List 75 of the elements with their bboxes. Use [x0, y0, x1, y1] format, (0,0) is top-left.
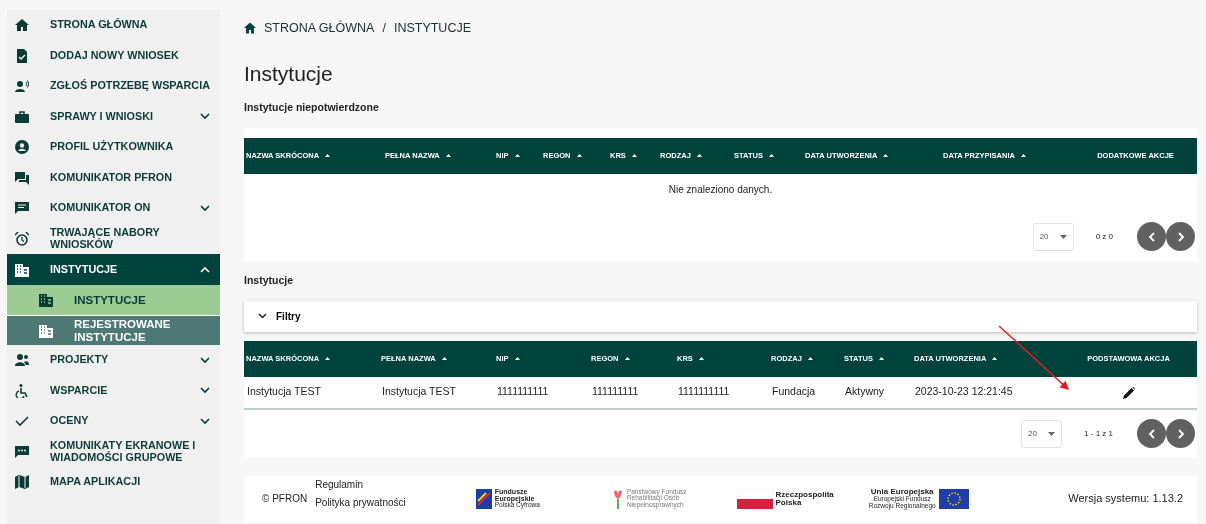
section-title: Instytucje [244, 272, 294, 288]
document-icon [15, 48, 29, 63]
sidebar-item[interactable]: STRONA GŁÓWNA [7, 10, 220, 41]
copyright-text: © PFRON [262, 492, 308, 507]
flag-logo-icon [475, 488, 492, 509]
page-range: 0 z 0 [1095, 230, 1113, 243]
user-circle-icon [15, 140, 29, 155]
previous-page-button[interactable] [1137, 222, 1166, 252]
previous-page-button[interactable] [1137, 419, 1166, 449]
footer-link[interactable]: Regulamin [315, 477, 406, 493]
empty-message: Nie znaleziono danych. [667, 182, 774, 197]
eu-flag-icon [938, 488, 969, 509]
check-icon [15, 414, 29, 429]
breadcrumb-link[interactable]: STRONA GŁÓWNA [264, 18, 375, 38]
people-icon [15, 353, 29, 368]
sidebar-item[interactable]: SPRAWY I WNIOSKI [7, 101, 220, 132]
breadcrumb-link[interactable]: INSTYTUCJE [393, 18, 471, 38]
version-text: Wersja systemu: 1.13.2 [1068, 491, 1183, 507]
next-page-button[interactable] [1166, 222, 1195, 252]
sidebar-item[interactable]: TRWAJĄCE NABORY WNIOSKÓW [7, 223, 220, 254]
table-cell: Fundacja [772, 385, 816, 398]
logo-text: Unia Europejska [870, 488, 934, 497]
chevron-right-icon [1176, 231, 1185, 242]
flag-icon [736, 488, 773, 509]
next-page-button[interactable] [1166, 419, 1195, 449]
sidebar-item[interactable]: INSTYTUCJE [7, 254, 220, 285]
chevron-left-icon [1147, 428, 1156, 439]
message-icon [15, 201, 29, 216]
filters-toggle[interactable]: Filtry [244, 300, 1197, 332]
sidebar-item[interactable]: PROJEKTY [7, 345, 220, 376]
page-title: Instytucje [244, 61, 334, 87]
breadcrumb-separator: / [382, 19, 386, 37]
table-cell: 1111111111 [497, 385, 549, 398]
page-range: 1 - 1 z 1 [1084, 427, 1113, 440]
section-title: Instytucje niepotwierdzone [244, 100, 380, 116]
home-icon [244, 22, 256, 34]
chevron-right-icon [1176, 428, 1185, 439]
message-icon [15, 444, 29, 459]
chat-icon [15, 170, 29, 185]
chevron-left-icon [1147, 231, 1156, 242]
building-icon [39, 293, 53, 307]
footer-link[interactable]: Polityka prywatności [315, 495, 406, 511]
table-cell: 111111111 [592, 385, 639, 398]
table-cell: Instytucja TEST [247, 385, 321, 398]
edit-icon[interactable] [1122, 386, 1135, 399]
sidebar-item[interactable]: WSPARCIE [7, 375, 220, 406]
sidebar-item[interactable]: KOMUNIKATY EKRANOWE I WIADOMOŚCI GRUPOWE [7, 436, 220, 467]
table-cell: Instytucja TEST [382, 385, 456, 398]
caret-icon [1059, 234, 1067, 239]
sidebar-item[interactable]: DODAJ NOWY WNIOSEK [7, 40, 220, 71]
home-icon [15, 18, 29, 33]
chevron-icon [258, 313, 267, 320]
caret-icon [1048, 431, 1056, 436]
briefcase-icon [15, 109, 29, 124]
building-icon [15, 262, 29, 277]
logo-text: Polska [775, 498, 802, 507]
page-size-select[interactable]: 20 [1021, 419, 1063, 448]
sidebar-item[interactable]: ZGŁOŚ POTRZEBĘ WSPARCIA [7, 71, 220, 102]
building-icon [39, 323, 53, 338]
sidebar-item[interactable]: KOMUNIKATOR PFRON [7, 162, 220, 193]
wheelchair-icon [15, 383, 29, 398]
page-size-select[interactable]: 20 [1032, 222, 1074, 251]
logo-text: Rzeczpospolita [775, 490, 834, 499]
table-cell: 2023-10-23 12:21:45 [915, 385, 1013, 398]
sidebar-item[interactable]: MAPA APLIKACJI [7, 467, 220, 498]
map-icon [15, 475, 29, 490]
table-cell: Aktywny [845, 385, 885, 398]
sidebar-subitem[interactable]: INSTYTUCJE [7, 285, 220, 315]
sidebar-subitem[interactable]: REJESTROWANE INSTYTUCJE [7, 315, 220, 345]
sidebar-item[interactable]: KOMUNIKATOR ON [7, 193, 220, 224]
person-icon [15, 79, 29, 94]
alarm-clock-icon [15, 231, 29, 246]
sidebar-item[interactable]: OCENY [7, 406, 220, 437]
sidebar-item[interactable]: PROFIL UŻYTKOWNIKA [7, 132, 220, 163]
table-cell: 1111111111 [678, 385, 730, 398]
